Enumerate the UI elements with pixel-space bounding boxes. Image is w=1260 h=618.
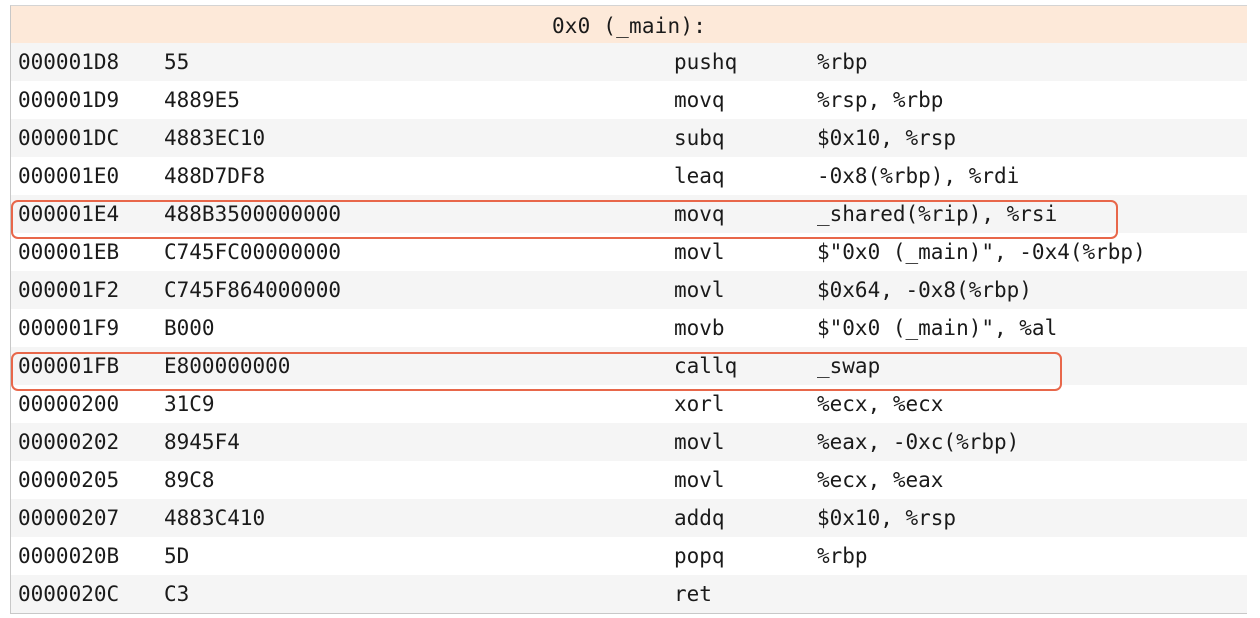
- instruction-address: 000001DC: [18, 126, 120, 150]
- instruction-bytes: 5D: [164, 544, 190, 568]
- instruction-address: 000001FB: [18, 354, 120, 378]
- instruction-row-highlighted[interactable]: 000001FB E800000000 callq _swap: [11, 347, 1247, 385]
- instruction-address: 0000020B: [18, 544, 120, 568]
- instruction-bytes: 4883EC10: [164, 126, 266, 150]
- instruction-operands: $0x10, %rsp: [817, 126, 957, 150]
- instruction-row[interactable]: 000001F9 B000 movb $"0x0 (_main)", %al: [11, 309, 1247, 347]
- instruction-mnemonic: pushq: [674, 50, 738, 74]
- instruction-row[interactable]: 000001EB C745FC00000000 movl $"0x0 (_mai…: [11, 233, 1247, 271]
- instruction-bytes: B000: [164, 316, 215, 340]
- instruction-mnemonic: movl: [674, 430, 725, 454]
- instruction-mnemonic: callq: [674, 354, 738, 378]
- instruction-operands: -0x8(%rbp), %rdi: [817, 164, 1020, 188]
- instruction-mnemonic: movq: [674, 202, 725, 226]
- instruction-address: 000001EB: [18, 240, 120, 264]
- instruction-mnemonic: xorl: [674, 392, 725, 416]
- instruction-bytes: 488D7DF8: [164, 164, 266, 188]
- instruction-address: 0000020C: [18, 582, 120, 606]
- instruction-row[interactable]: 000001DC 4883EC10 subq $0x10, %rsp: [11, 119, 1247, 157]
- instruction-row[interactable]: 000001E0 488D7DF8 leaq -0x8(%rbp), %rdi: [11, 157, 1247, 195]
- instruction-row[interactable]: 0000020B 5D popq %rbp: [11, 537, 1247, 575]
- instruction-row[interactable]: 000001D8 55 pushq %rbp: [11, 43, 1247, 81]
- instruction-bytes: 55: [164, 50, 190, 74]
- instruction-row[interactable]: 00000202 8945F4 movl %eax, -0xc(%rbp): [11, 423, 1247, 461]
- instruction-bytes: C745FC00000000: [164, 240, 342, 264]
- instruction-mnemonic: movq: [674, 88, 725, 112]
- instruction-address: 00000200: [18, 392, 120, 416]
- instruction-row[interactable]: 00000205 89C8 movl %ecx, %eax: [11, 461, 1247, 499]
- instruction-row[interactable]: 000001D9 4889E5 movq %rsp, %rbp: [11, 81, 1247, 119]
- disassembly-view: 0x0 (_main): 000001D8 55 pushq %rbp 0000…: [10, 5, 1247, 614]
- instruction-row[interactable]: 0000020C C3 ret: [11, 575, 1247, 613]
- instruction-address: 00000202: [18, 430, 120, 454]
- instruction-bytes: C3: [164, 582, 190, 606]
- instruction-bytes: 31C9: [164, 392, 215, 416]
- instruction-row[interactable]: 00000200 31C9 xorl %ecx, %ecx: [11, 385, 1247, 423]
- instruction-operands: $"0x0 (_main)", -0x4(%rbp): [817, 240, 1146, 264]
- instruction-operands: $0x64, -0x8(%rbp): [817, 278, 1032, 302]
- instruction-address: 000001F2: [18, 278, 120, 302]
- instruction-bytes: C745F864000000: [164, 278, 342, 302]
- instruction-row-highlighted[interactable]: 000001E4 488B3500000000 movq _shared(%ri…: [11, 195, 1247, 233]
- instruction-bytes: E800000000: [164, 354, 291, 378]
- instruction-operands: %ecx, %ecx: [817, 392, 944, 416]
- instruction-operands: %rbp: [817, 50, 868, 74]
- function-header: 0x0 (_main):: [11, 6, 1247, 43]
- instruction-mnemonic: movl: [674, 240, 725, 264]
- instruction-row[interactable]: 00000207 4883C410 addq $0x10, %rsp: [11, 499, 1247, 537]
- instruction-address: 000001E4: [18, 202, 120, 226]
- instruction-address: 000001D9: [18, 88, 120, 112]
- instruction-operands: $"0x0 (_main)", %al: [817, 316, 1058, 340]
- instruction-operands: %ecx, %eax: [817, 468, 944, 492]
- instruction-operands: %eax, -0xc(%rbp): [817, 430, 1020, 454]
- instruction-bytes: 89C8: [164, 468, 215, 492]
- instruction-mnemonic: popq: [674, 544, 725, 568]
- instruction-mnemonic: subq: [674, 126, 725, 150]
- instruction-address: 000001E0: [18, 164, 120, 188]
- instruction-operands: %rsp, %rbp: [817, 88, 944, 112]
- instruction-mnemonic: movl: [674, 468, 725, 492]
- instruction-mnemonic: movl: [674, 278, 725, 302]
- instruction-bytes: 4883C410: [164, 506, 266, 530]
- instruction-operands: _shared(%rip), %rsi: [817, 202, 1058, 226]
- instruction-row[interactable]: 000001F2 C745F864000000 movl $0x64, -0x8…: [11, 271, 1247, 309]
- instruction-mnemonic: ret: [674, 582, 712, 606]
- instruction-list: 000001D8 55 pushq %rbp 000001D9 4889E5 m…: [11, 43, 1247, 613]
- instruction-address: 000001D8: [18, 50, 120, 74]
- instruction-operands: $0x10, %rsp: [817, 506, 957, 530]
- instruction-mnemonic: addq: [674, 506, 725, 530]
- instruction-mnemonic: leaq: [674, 164, 725, 188]
- instruction-operands: %rbp: [817, 544, 868, 568]
- instruction-bytes: 8945F4: [164, 430, 240, 454]
- instruction-address: 00000205: [18, 468, 120, 492]
- instruction-address: 000001F9: [18, 316, 120, 340]
- instruction-address: 00000207: [18, 506, 120, 530]
- instruction-bytes: 488B3500000000: [164, 202, 342, 226]
- instruction-operands: _swap: [817, 354, 881, 378]
- instruction-bytes: 4889E5: [164, 88, 240, 112]
- instruction-mnemonic: movb: [674, 316, 725, 340]
